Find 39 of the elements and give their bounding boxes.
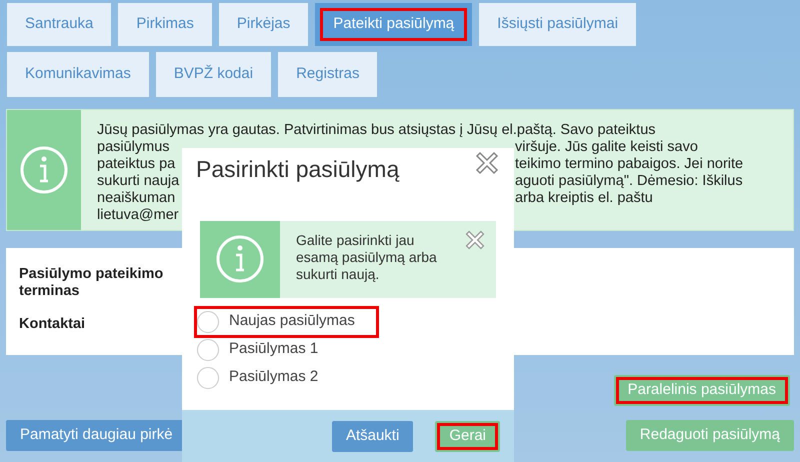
radio-button[interactable]: [197, 366, 219, 388]
option-label: Pasiūlymas 2: [229, 367, 318, 388]
tab[interactable]: Komunikavimas: [7, 52, 149, 97]
tab[interactable]: Registras: [278, 52, 378, 97]
option-label: Naujas pasiūlymas: [229, 311, 355, 332]
info-text: teikimo termino pabaigos. Jei norite: [515, 156, 744, 173]
action-button[interactable]: Redaguoti pasiūlymą: [626, 420, 794, 451]
action-button[interactable]: Atšaukti: [332, 420, 414, 452]
tab[interactable]: BVPŽ kodai: [156, 52, 272, 97]
info-text: Jūsų pasiūlymas yra gautas. Patvirtinimas bus atsiųstas į Jūsų el.paštą. Savo pateiktus: [97, 122, 656, 138]
detail-label: Kontaktai: [19, 316, 86, 333]
dialog-info-text: Galite pasirinkti jau esamą pasiūlymą arba sukurti naują.: [295, 230, 438, 284]
close-icon[interactable]: [464, 228, 486, 250]
dialog-title: Pasirinkti pasiūlymą: [196, 155, 400, 184]
tab[interactable]: Pirkimas: [118, 3, 212, 46]
info-text: lietuva@mer: [97, 207, 179, 223]
option-label: Pasiūlymas 1: [229, 339, 318, 360]
detail-label: Pasiūlymo pateikimo terminas: [19, 266, 164, 300]
radio-option[interactable]: Pasiūlymas 1: [196, 336, 377, 364]
action-button[interactable]: Gerai: [435, 420, 500, 452]
close-icon[interactable]: [474, 150, 500, 176]
tab[interactable]: Pirkėjas: [218, 3, 308, 46]
radio-button[interactable]: [197, 310, 219, 332]
radio-option[interactable]: Pasiūlymas 2: [196, 364, 377, 392]
tab[interactable]: Santrauka: [7, 3, 112, 46]
info-text: neaiškuman: [97, 190, 176, 206]
info-text: pateiktus pa: [97, 156, 176, 172]
info-text: viršuje. Jūs galite keisti savo: [515, 139, 698, 156]
info-icon: [215, 234, 265, 284]
radio-button[interactable]: [197, 338, 219, 360]
info-text: aguoti pasiūlymą". Dėmesio: Iškilus: [515, 173, 743, 190]
info-text: arba kreiptis el. paštu: [515, 190, 653, 207]
action-button[interactable]: Paralelinis pasiūlymas: [614, 375, 790, 406]
info-icon: [19, 145, 69, 195]
tab[interactable]: Išsiųsti pasiūlymai: [479, 3, 636, 46]
tab[interactable]: Pateikti pasiūlymą: [315, 3, 472, 46]
info-text: pasiūlymus: [97, 139, 170, 155]
info-text: sukurti nauja: [97, 173, 180, 189]
radio-option[interactable]: Naujas pasiūlymas: [196, 308, 377, 336]
